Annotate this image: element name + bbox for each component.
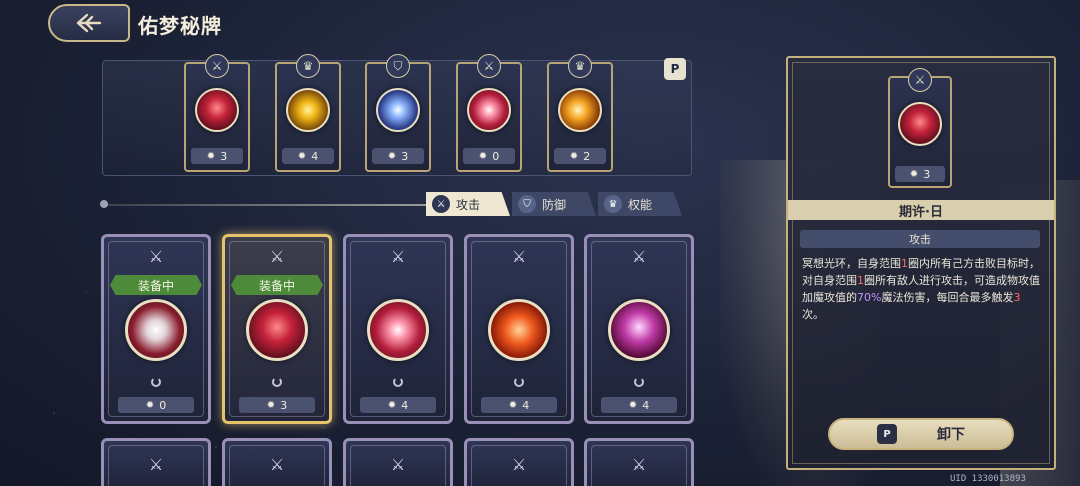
sword-icon: ⚔ bbox=[390, 247, 406, 266]
cost-badge: ✹ 0 bbox=[118, 397, 194, 413]
secret-card[interactable]: ⚔ 装备中 ✹ 3 bbox=[222, 234, 332, 424]
equipped-slot[interactable]: ⚔ ✹ 0 bbox=[456, 54, 522, 172]
sword-icon: ⚔ bbox=[205, 54, 229, 78]
cost-badge: ✹ 4 bbox=[360, 397, 436, 413]
cost-badge: ✹ 4 bbox=[601, 397, 677, 413]
gear-icon: ✹ bbox=[387, 150, 397, 162]
cost-badge: ✹ 0 bbox=[463, 148, 515, 164]
ring-icon bbox=[393, 377, 403, 387]
secret-card[interactable]: ⚔ bbox=[343, 438, 453, 486]
gear-icon: ✹ bbox=[628, 399, 638, 411]
deck-info-icon[interactable]: P bbox=[664, 58, 686, 80]
divider bbox=[104, 204, 426, 206]
card-orb bbox=[125, 299, 187, 361]
secret-card[interactable]: ⚔ bbox=[584, 438, 694, 486]
card-orb bbox=[367, 299, 429, 361]
secret-card[interactable]: ⚔ bbox=[101, 438, 211, 486]
cost-badge: ✹ 3 bbox=[895, 166, 945, 182]
crown-icon: ♛ bbox=[568, 54, 592, 78]
card-description: 冥想光环，自身范围1圈内所有己方击败目标时，对自身范围1圈所有敌人进行攻击，可造… bbox=[802, 257, 1040, 321]
gear-icon: ✹ bbox=[478, 150, 488, 162]
equipped-slot[interactable]: ♛ ✹ 2 bbox=[547, 54, 613, 172]
card-orb bbox=[608, 299, 670, 361]
secret-card[interactable]: ⚔ bbox=[464, 438, 574, 486]
cost-badge: ✹ 4 bbox=[481, 397, 557, 413]
sword-icon: ⚔ bbox=[390, 455, 406, 474]
back-arrow-icon bbox=[76, 13, 102, 33]
equipped-badge: 装备中 bbox=[110, 275, 202, 295]
tab-attack[interactable]: ⚔ 攻击 bbox=[426, 192, 510, 216]
sword-icon: ⚔ bbox=[148, 247, 164, 266]
cost-badge: ✹ 2 bbox=[554, 148, 606, 164]
ring-icon bbox=[151, 377, 161, 387]
gear-icon: ✹ bbox=[909, 168, 919, 180]
cost-badge: ✹ 4 bbox=[282, 148, 334, 164]
ring-icon bbox=[634, 377, 644, 387]
ring-icon bbox=[272, 377, 282, 387]
sword-icon: ⚔ bbox=[432, 195, 450, 213]
sword-icon: ⚔ bbox=[269, 247, 285, 266]
sword-icon: ⚔ bbox=[148, 455, 164, 474]
card-orb bbox=[898, 102, 942, 146]
card-name: 期许·日 bbox=[788, 200, 1054, 220]
crown-icon: ♛ bbox=[296, 54, 320, 78]
gear-icon: ✹ bbox=[508, 399, 518, 411]
shield-icon: ⛉ bbox=[518, 195, 536, 213]
secret-card[interactable]: ⚔ bbox=[222, 438, 332, 486]
sword-icon: ⚔ bbox=[511, 455, 527, 474]
equipped-slot[interactable]: ⚔ ✹ 3 bbox=[184, 54, 250, 172]
card-type-tag: 攻击 bbox=[800, 230, 1040, 248]
gear-icon: ✹ bbox=[297, 150, 307, 162]
gear-icon: ✹ bbox=[387, 399, 397, 411]
sword-icon: ⚔ bbox=[908, 68, 932, 92]
card-icon: P bbox=[877, 424, 897, 444]
equipped-slot[interactable]: ⛉ ✹ 3 bbox=[365, 54, 431, 172]
gear-icon: ✹ bbox=[266, 399, 276, 411]
tab-authority[interactable]: ♛ 权能 bbox=[598, 192, 682, 216]
secret-card[interactable]: ⚔ ✹ 4 bbox=[464, 234, 574, 424]
crown-icon: ♛ bbox=[604, 195, 622, 213]
sword-icon: ⚔ bbox=[631, 247, 647, 266]
shield-icon: ⛉ bbox=[386, 54, 410, 78]
cost-badge: ✹ 3 bbox=[239, 397, 315, 413]
equipped-badge: 装备中 bbox=[231, 275, 323, 295]
secret-card[interactable]: ⚔ ✹ 4 bbox=[584, 234, 694, 424]
cost-badge: ✹ 3 bbox=[372, 148, 424, 164]
sword-icon: ⚔ bbox=[511, 247, 527, 266]
gear-icon: ✹ bbox=[206, 150, 216, 162]
tab-defense[interactable]: ⛉ 防御 bbox=[512, 192, 596, 216]
card-orb bbox=[488, 299, 550, 361]
card-orb bbox=[286, 88, 330, 132]
cost-badge: ✹ 3 bbox=[191, 148, 243, 164]
sword-icon: ⚔ bbox=[477, 54, 501, 78]
gear-icon: ✹ bbox=[569, 150, 579, 162]
card-orb bbox=[376, 88, 420, 132]
equipped-slot[interactable]: ♛ ✹ 4 bbox=[275, 54, 341, 172]
sword-icon: ⚔ bbox=[269, 455, 285, 474]
ring-icon bbox=[514, 377, 524, 387]
card-orb bbox=[246, 299, 308, 361]
card-orb bbox=[467, 88, 511, 132]
page-title: 佑梦秘牌 bbox=[138, 14, 222, 38]
back-button[interactable] bbox=[48, 4, 130, 42]
unequip-button[interactable]: P 卸下 bbox=[828, 418, 1014, 450]
gear-icon: ✹ bbox=[145, 399, 155, 411]
card-orb bbox=[195, 88, 239, 132]
card-orb bbox=[558, 88, 602, 132]
detail-card: ⚔ ✹ 3 bbox=[888, 68, 952, 188]
uid-label: UID 1330013893 bbox=[950, 474, 1026, 484]
secret-card[interactable]: ⚔ ✹ 4 bbox=[343, 234, 453, 424]
sword-icon: ⚔ bbox=[631, 455, 647, 474]
secret-card[interactable]: ⚔ 装备中 ✹ 0 bbox=[101, 234, 211, 424]
unequip-label: 卸下 bbox=[937, 427, 965, 443]
